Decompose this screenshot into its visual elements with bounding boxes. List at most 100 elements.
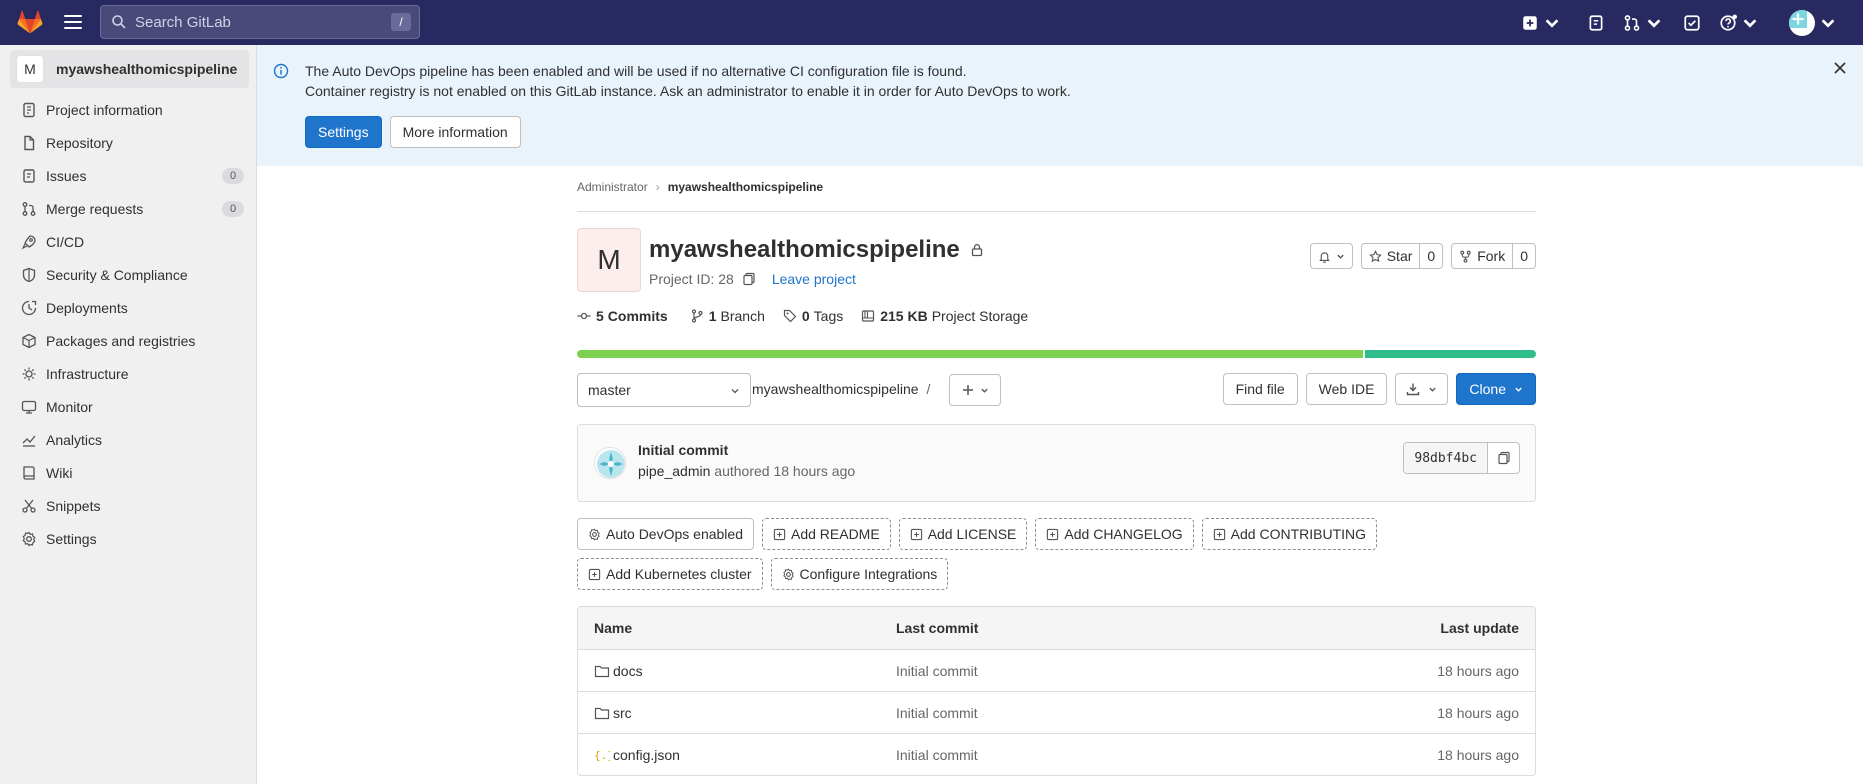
shortcut-label: Add LICENSE [927,526,1017,542]
sidebar-item-label: Wiki [46,464,73,481]
add-readme-button[interactable]: Add README [761,518,891,550]
shield-icon [22,267,36,282]
star-button[interactable]: Star [1362,244,1420,268]
file-commit[interactable]: Initial commit [896,747,1315,763]
todos-button[interactable] [1677,8,1707,38]
repository-toolbar: master myawshealthomicspipeline / Find fi… [577,373,1536,407]
auto-devops-enabled-button[interactable]: Auto DevOps enabled [577,518,754,550]
copy-sha-button[interactable] [1487,443,1519,473]
repository-path-root[interactable]: myawshealthomicspipeline [752,381,919,397]
user-menu-button[interactable] [1773,8,1843,38]
download-button[interactable] [1395,373,1449,405]
web-ide-button[interactable]: Web IDE [1305,373,1388,405]
fork-count[interactable]: 0 [1512,244,1535,268]
add-to-tree-button[interactable] [949,374,1001,406]
avatar[interactable] [594,447,626,479]
sidebar-item-wiki[interactable]: Wiki [0,456,257,489]
merge-requests-button[interactable] [1617,8,1669,38]
storage-stat[interactable]: 215 KB Project Storage [861,308,1028,324]
merge-request-icon [1624,14,1640,31]
chevron-down-icon [1545,18,1559,28]
commits-stat[interactable]: 5 Commits [577,308,672,324]
chart-icon [22,435,36,447]
commit-title[interactable]: Initial commit [638,442,728,458]
plus-square-icon [588,568,601,580]
commit-icon [577,312,591,320]
page-title: myawshealthomicspipeline [649,236,984,264]
commit-author[interactable]: pipe_admin [638,463,710,479]
repository-languages-bar[interactable] [577,350,1536,358]
file-name[interactable]: docs [613,663,643,679]
fork-button[interactable]: Fork [1452,244,1512,268]
sidebar-item-issues[interactable]: Issues 0 [0,159,257,192]
help-button[interactable] [1713,8,1765,38]
more-information-button[interactable]: More information [389,116,521,148]
add-changelog-button[interactable]: Add CHANGELOG [1035,518,1194,550]
tags-stat[interactable]: 0 Tags [783,308,843,324]
add-contributing-button[interactable]: Add CONTRIBUTING [1201,518,1378,550]
sidebar-item-snippets[interactable]: Snippets [0,489,257,522]
copy-icon[interactable] [742,272,756,286]
file-updated: 18 hours ago [1437,662,1519,679]
sidebar-item-project-information[interactable]: Project information [0,93,257,126]
sidebar-item-label: CI/CD [46,233,85,250]
sidebar-item-packages-registries[interactable]: Packages and registries [0,324,257,357]
star-count[interactable]: 0 [1419,244,1442,268]
plus-icon [962,385,973,395]
sidebar-item-analytics[interactable]: Analytics [0,423,257,456]
leave-project-link[interactable]: Leave project [772,271,856,287]
breadcrumb-chevron-icon: › [655,180,660,194]
language-segment[interactable] [1363,350,1536,358]
branch-name: master [588,382,631,398]
branch-stat[interactable]: 1 Branch [690,308,765,324]
breadcrumb-parent[interactable]: Administrator [577,180,648,194]
sidebar-item-infrastructure[interactable]: Infrastructure [0,357,257,390]
branch-label: Branch [720,308,765,324]
sidebar-item-security-compliance[interactable]: Security & Compliance [0,258,257,291]
file-name[interactable]: src [613,705,632,721]
file-commit[interactable]: Initial commit [896,705,1315,721]
close-icon[interactable] [1833,61,1847,75]
create-new-button[interactable] [1515,8,1567,38]
search-input[interactable]: Search GitLab / [100,5,420,39]
add-kubernetes-cluster-button[interactable]: Add Kubernetes cluster [577,558,763,590]
sidebar-item-merge-requests[interactable]: Merge requests 0 [0,192,257,225]
sidebar-project-header[interactable]: M myawshealthomicspipeline [10,50,249,88]
commit-sha[interactable]: 98dbf4bc [1404,443,1487,473]
sidebar-menu: Project information Repository Issues 0 … [0,93,257,555]
sidebar-item-settings[interactable]: Settings [0,522,257,555]
sidebar-item-deployments[interactable]: Deployments [0,291,257,324]
file-commit[interactable]: Initial commit [896,663,1315,679]
project-shortcuts: Auto DevOps enabled Add README Add LICEN… [577,518,1536,590]
gitlab-logo-icon[interactable] [16,8,44,36]
notification-toggle[interactable] [1311,244,1352,268]
sidebar-item-monitor[interactable]: Monitor [0,390,257,423]
branch-selector[interactable]: master [577,373,751,407]
settings-icon [22,531,36,546]
table-row[interactable]: {.} config.json Initial commit 18 hours … [578,733,1535,775]
language-segment[interactable] [577,350,1364,358]
add-license-button[interactable]: Add LICENSE [898,518,1028,550]
alert-settings-button[interactable]: Settings [305,116,382,148]
file-name-cell: {.} config.json [578,747,896,763]
clone-button[interactable]: Clone [1456,373,1536,405]
table-row[interactable]: docs Initial commit 18 hours ago [578,649,1535,691]
table-row[interactable]: src Initial commit 18 hours ago [578,691,1535,733]
alert-actions: Settings More information [305,116,521,148]
notifications-dropdown[interactable] [1309,243,1353,269]
configure-integrations-button[interactable]: Configure Integrations [770,558,949,590]
star-label: Star [1386,248,1413,264]
chevron-down-icon [1337,254,1344,259]
header-last-update: Last update [1440,620,1519,636]
find-file-button[interactable]: Find file [1222,373,1298,405]
file-name-cell: docs [578,663,896,679]
lock-icon [971,244,982,257]
breadcrumb-current[interactable]: myawshealthomicspipeline [668,180,823,194]
hamburger-menu-icon[interactable] [62,12,84,32]
sidebar-item-ci-cd[interactable]: CI/CD [0,225,257,258]
project-stats: 5 Commits 1 Branch 0 Tags 215 KB Project… [577,308,1028,324]
issues-button[interactable] [1581,8,1611,38]
sidebar-item-repository[interactable]: Repository [0,126,257,159]
file-name[interactable]: config.json [613,747,680,763]
plus-square-icon [773,528,786,540]
